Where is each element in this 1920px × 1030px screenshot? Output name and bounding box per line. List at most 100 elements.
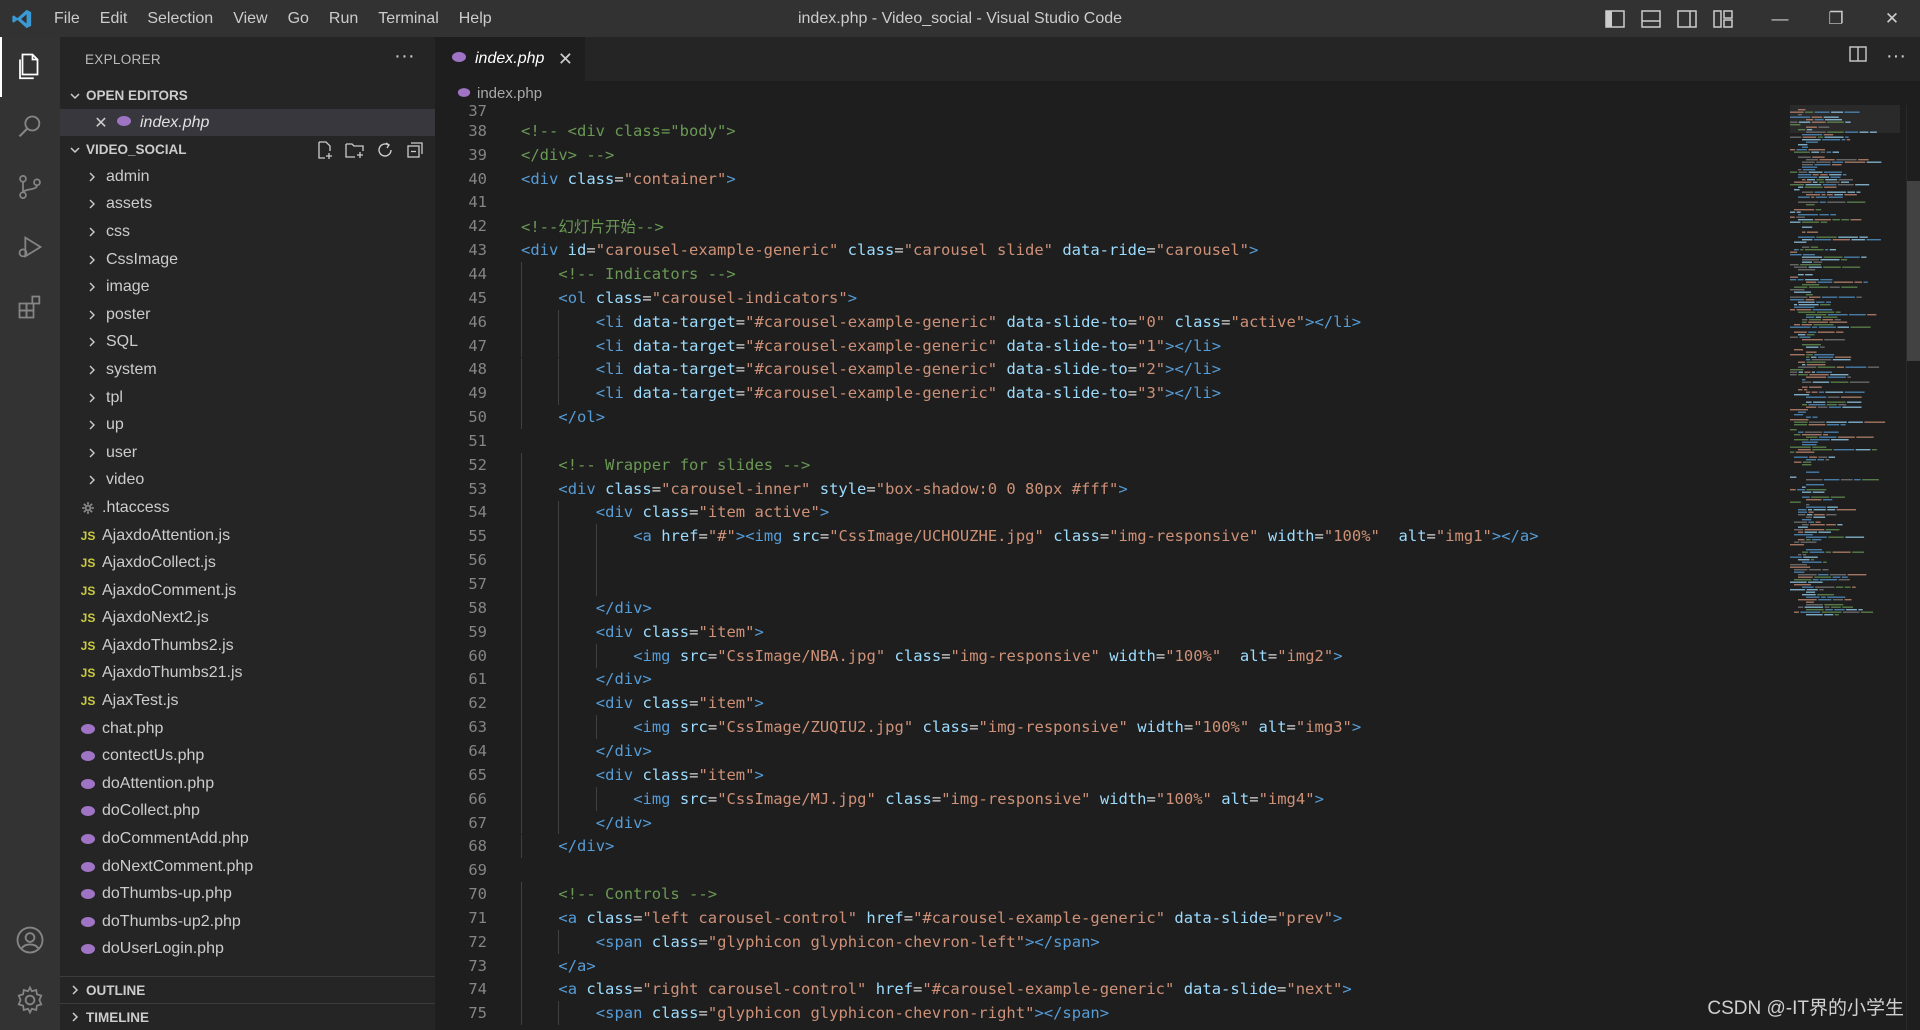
folder-cssimage[interactable]: CssImage <box>60 246 435 274</box>
minimap-line <box>1810 246 1819 248</box>
vertical-scrollbar[interactable] <box>1906 105 1920 1030</box>
more-editor-actions-icon[interactable]: ··· <box>1886 45 1906 68</box>
file-item[interactable]: doUserLogin.php <box>60 936 435 959</box>
toggle-panel-icon[interactable] <box>1638 6 1664 32</box>
explorer-icon[interactable] <box>0 37 60 97</box>
folder-image[interactable]: image <box>60 273 435 301</box>
menu-help[interactable]: Help <box>449 0 502 37</box>
menu-file[interactable]: File <box>44 0 90 37</box>
folder-label: admin <box>106 167 150 185</box>
indent-guide <box>595 643 597 668</box>
file-item[interactable]: JS AjaxdoNext2.js <box>60 605 435 633</box>
file-item[interactable]: JS AjaxdoComment.js <box>60 577 435 605</box>
file-item[interactable]: chat.php <box>60 715 435 743</box>
minimap-line <box>1809 551 1825 553</box>
menu-run[interactable]: Run <box>319 0 368 37</box>
code-token: <ol <box>558 288 596 307</box>
folder-tpl[interactable]: tpl <box>60 384 435 412</box>
minimap-line <box>1802 344 1821 346</box>
restore-button[interactable]: ❐ <box>1808 0 1864 37</box>
refresh-icon[interactable] <box>373 138 397 162</box>
line-number: 45 <box>468 288 487 307</box>
file-item[interactable]: doThumbs-up.php <box>60 880 435 908</box>
file-item[interactable]: JS AjaxdoAttention.js <box>60 522 435 550</box>
customize-layout-icon[interactable] <box>1710 6 1736 32</box>
minimap-line <box>1826 401 1846 403</box>
minimap-line <box>1831 111 1844 113</box>
close-tab-icon[interactable]: ✕ <box>558 49 573 70</box>
folder-css[interactable]: css <box>60 218 435 246</box>
js-file-icon: JS <box>80 666 96 681</box>
extensions-icon[interactable] <box>0 277 60 337</box>
file-item[interactable]: JS AjaxTest.js <box>60 687 435 715</box>
minimap-line <box>1790 184 1805 186</box>
outline-header[interactable]: OUTLINE <box>60 976 435 1003</box>
new-file-icon[interactable] <box>313 138 337 162</box>
minimap-line <box>1802 284 1820 286</box>
manage-gear-icon[interactable] <box>0 970 60 1030</box>
indent-guide <box>521 882 522 907</box>
minimap-line <box>1802 191 1814 193</box>
more-actions-icon[interactable]: ··· <box>394 45 415 68</box>
project-header[interactable]: VIDEO_SOCIAL <box>60 136 435 163</box>
minimap-line <box>1798 274 1804 276</box>
collapse-all-icon[interactable] <box>403 138 427 162</box>
file-item[interactable]: doAttention.php <box>60 770 435 798</box>
accounts-icon[interactable] <box>0 910 60 970</box>
folder-poster[interactable]: poster <box>60 301 435 329</box>
scrollbar-thumb[interactable] <box>1907 181 1920 361</box>
minimize-button[interactable]: — <box>1752 0 1808 37</box>
breadcrumb-file[interactable]: index.php <box>477 85 542 102</box>
menu-go[interactable]: Go <box>278 0 319 37</box>
minimap-line <box>1838 296 1855 298</box>
minimap-line <box>1819 214 1829 216</box>
menu-selection[interactable]: Selection <box>137 0 223 37</box>
menu-edit[interactable]: Edit <box>90 0 138 37</box>
minimap-line <box>1798 531 1804 533</box>
code-line: 44 <!-- Indicators --> <box>435 262 1785 286</box>
minimap-line <box>1814 354 1835 356</box>
file-item[interactable]: JS AjaxdoCollect.js <box>60 549 435 577</box>
folder-up[interactable]: up <box>60 411 435 439</box>
file-item[interactable]: .htaccess <box>60 494 435 522</box>
minimap[interactable] <box>1790 105 1900 1030</box>
file-item[interactable]: doCommentAdd.php <box>60 825 435 853</box>
folder-user[interactable]: user <box>60 439 435 467</box>
file-item[interactable]: contectUs.php <box>60 742 435 770</box>
code-token: = <box>866 479 876 498</box>
timeline-header[interactable]: TIMELINE <box>60 1003 435 1030</box>
minimap-line <box>1804 389 1808 391</box>
open-editor-item[interactable]: ✕ index.php <box>60 109 435 136</box>
source-control-icon[interactable] <box>0 157 60 217</box>
minimap-line <box>1806 396 1827 398</box>
close-window-button[interactable]: ✕ <box>1864 0 1920 37</box>
folder-assets[interactable]: assets <box>60 191 435 219</box>
code-editor[interactable]: 37 38 <!-- <div class="body"> 39 </div> --> 4… <box>435 105 1920 1030</box>
folder-video[interactable]: video <box>60 467 435 495</box>
toggle-primary-sidebar-icon[interactable] <box>1602 6 1628 32</box>
run-debug-icon[interactable] <box>0 217 60 277</box>
file-item[interactable]: doCollect.php <box>60 798 435 826</box>
file-item[interactable]: doThumbs-up2.php <box>60 908 435 936</box>
project-actions <box>313 138 427 162</box>
code-line: 64 </div> <box>435 739 1785 763</box>
editor-tab-bar: index.php ✕ ··· <box>435 37 1920 81</box>
split-editor-icon[interactable] <box>1848 45 1868 68</box>
folder-admin[interactable]: admin <box>60 163 435 191</box>
menu-view[interactable]: View <box>223 0 277 37</box>
code-token: src <box>679 718 708 737</box>
open-editors-header[interactable]: OPEN EDITORS <box>60 82 435 109</box>
minimap-line <box>1802 321 1807 323</box>
folder-sql[interactable]: SQL <box>60 329 435 357</box>
new-folder-icon[interactable] <box>343 138 367 162</box>
code-token: </div> <box>595 670 652 689</box>
toggle-secondary-sidebar-icon[interactable] <box>1674 6 1700 32</box>
folder-system[interactable]: system <box>60 356 435 384</box>
file-item[interactable]: JS AjaxdoThumbs2.js <box>60 632 435 660</box>
file-item[interactable]: doNextComment.php <box>60 853 435 881</box>
search-icon[interactable] <box>0 97 60 157</box>
close-editor-icon[interactable]: ✕ <box>92 113 110 133</box>
menu-terminal[interactable]: Terminal <box>368 0 448 37</box>
tab-index-php[interactable]: index.php ✕ <box>435 37 585 81</box>
file-item[interactable]: JS AjaxdoThumbs21.js <box>60 660 435 688</box>
